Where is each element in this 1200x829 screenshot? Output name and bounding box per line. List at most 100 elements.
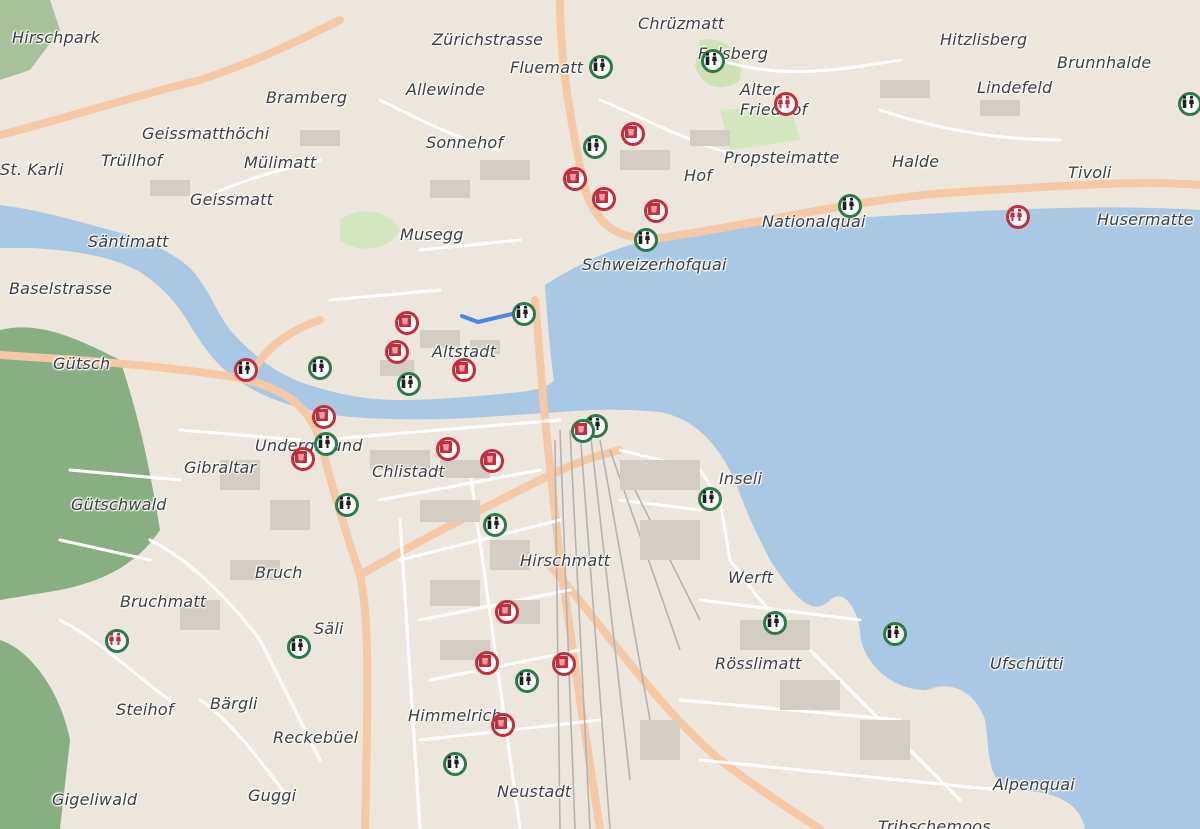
waste-bin-marker[interactable] bbox=[452, 358, 476, 382]
place-label: Bruch bbox=[255, 563, 303, 582]
toilet-marker[interactable] bbox=[483, 513, 507, 537]
toilet-marker[interactable] bbox=[512, 302, 536, 326]
bin-icon bbox=[648, 203, 660, 215]
toilet-marker[interactable] bbox=[515, 669, 539, 693]
place-label: Gütsch bbox=[53, 354, 111, 373]
waste-bin-marker[interactable] bbox=[592, 187, 616, 211]
toilet-marker[interactable] bbox=[838, 194, 862, 218]
place-label: Fluematt bbox=[510, 58, 584, 77]
toilet-icon bbox=[516, 305, 528, 318]
place-label: Neustadt bbox=[497, 782, 572, 801]
place-label: Husermatte bbox=[1097, 210, 1194, 229]
waste-bin-marker[interactable] bbox=[491, 713, 515, 737]
waste-bin-marker[interactable] bbox=[571, 419, 595, 443]
place-label: Säntimatt bbox=[88, 232, 169, 251]
map-canvas[interactable]: Hirschpark Zürichstrasse Chrüzmatt Fluem… bbox=[0, 0, 1200, 829]
waste-bin-marker[interactable] bbox=[621, 122, 645, 146]
toilet-marker[interactable] bbox=[234, 358, 258, 382]
toilet-marker[interactable] bbox=[589, 55, 613, 79]
toilet-marker[interactable] bbox=[583, 135, 607, 159]
waste-bin-marker[interactable] bbox=[563, 167, 587, 191]
toilet-icon bbox=[587, 138, 599, 151]
toilet-marker[interactable] bbox=[1178, 92, 1200, 116]
toilet-icon bbox=[705, 52, 717, 65]
toilet-marker[interactable] bbox=[397, 372, 421, 396]
toilet-marker[interactable] bbox=[443, 752, 467, 776]
place-label: Geissmatt bbox=[190, 190, 274, 209]
bin-icon bbox=[596, 191, 608, 203]
waste-bin-marker[interactable] bbox=[312, 405, 336, 429]
toilet-marker[interactable] bbox=[105, 629, 129, 653]
toilet-icon bbox=[339, 496, 351, 509]
place-label: Rösslimatt bbox=[715, 654, 802, 673]
place-label: Hof bbox=[684, 166, 713, 185]
toilet-icon bbox=[638, 231, 650, 244]
toilet-icon bbox=[1010, 208, 1022, 221]
toilet-marker[interactable] bbox=[314, 432, 338, 456]
toilet-icon bbox=[447, 755, 459, 768]
toilet-icon bbox=[312, 359, 324, 372]
bin-icon bbox=[499, 604, 511, 616]
place-label: Zürichstrasse bbox=[432, 30, 544, 49]
waste-bin-marker[interactable] bbox=[552, 652, 576, 676]
bin-icon bbox=[575, 423, 587, 435]
waste-bin-marker[interactable] bbox=[436, 437, 460, 461]
bin-icon bbox=[295, 451, 307, 463]
toilet-marker[interactable] bbox=[308, 356, 332, 380]
place-label: Brunnhalde bbox=[1057, 53, 1152, 72]
place-label: Lindefeld bbox=[977, 78, 1053, 97]
place-label: Bärgli bbox=[210, 694, 258, 713]
bin-icon bbox=[484, 453, 496, 465]
place-label: Chlistadt bbox=[372, 462, 445, 481]
place-label: Bruchmatt bbox=[120, 592, 207, 611]
place-label: Mülimatt bbox=[244, 153, 317, 172]
place-label: Chrüzmatt bbox=[638, 14, 725, 33]
bin-icon bbox=[456, 362, 468, 374]
waste-bin-marker[interactable] bbox=[480, 449, 504, 473]
bin-icon bbox=[389, 344, 401, 356]
toilet-marker[interactable] bbox=[701, 49, 725, 73]
waste-bin-marker[interactable] bbox=[291, 447, 315, 471]
place-label: Inseli bbox=[719, 469, 763, 488]
place-label: Halde bbox=[892, 152, 940, 171]
place-label: Hitzlisberg bbox=[940, 30, 1028, 49]
toilet-marker[interactable] bbox=[698, 487, 722, 511]
toilet-icon bbox=[842, 197, 854, 210]
toilet-marker[interactable] bbox=[1006, 205, 1030, 229]
toilet-marker[interactable] bbox=[634, 228, 658, 252]
place-label: Guggi bbox=[248, 786, 297, 805]
toilet-marker[interactable] bbox=[774, 92, 798, 116]
toilet-icon bbox=[109, 632, 121, 645]
waste-bin-marker[interactable] bbox=[475, 651, 499, 675]
place-label: Schweizerhofquai bbox=[582, 255, 727, 274]
toilet-marker[interactable] bbox=[763, 611, 787, 635]
toilet-marker[interactable] bbox=[335, 493, 359, 517]
place-label: Hirschmatt bbox=[520, 551, 611, 570]
place-label: Gibraltar bbox=[184, 458, 257, 477]
bin-icon bbox=[567, 171, 579, 183]
toilet-marker[interactable] bbox=[883, 622, 907, 646]
place-label: Propsteimatte bbox=[724, 148, 840, 167]
waste-bin-marker[interactable] bbox=[395, 311, 419, 335]
bin-icon bbox=[316, 409, 328, 421]
bin-icon bbox=[399, 315, 411, 327]
toilet-icon bbox=[487, 516, 499, 529]
bin-icon bbox=[556, 656, 568, 668]
place-label: Säli bbox=[314, 619, 344, 638]
bin-icon bbox=[495, 717, 507, 729]
toilet-icon bbox=[887, 625, 899, 638]
place-label: Sonnehof bbox=[426, 133, 504, 152]
toilet-icon bbox=[593, 58, 605, 71]
bin-icon bbox=[440, 441, 452, 453]
place-label: Allewinde bbox=[406, 80, 486, 99]
waste-bin-marker[interactable] bbox=[385, 340, 409, 364]
place-label: Himmelrich bbox=[408, 706, 502, 725]
toilet-marker[interactable] bbox=[287, 635, 311, 659]
waste-bin-marker[interactable] bbox=[495, 600, 519, 624]
place-label: Geissmatthöchi bbox=[142, 124, 270, 143]
place-label: Baselstrasse bbox=[9, 279, 113, 298]
toilet-icon bbox=[291, 638, 303, 651]
place-label: Hirschpark bbox=[12, 28, 101, 47]
toilet-icon bbox=[519, 672, 531, 685]
waste-bin-marker[interactable] bbox=[644, 199, 668, 223]
